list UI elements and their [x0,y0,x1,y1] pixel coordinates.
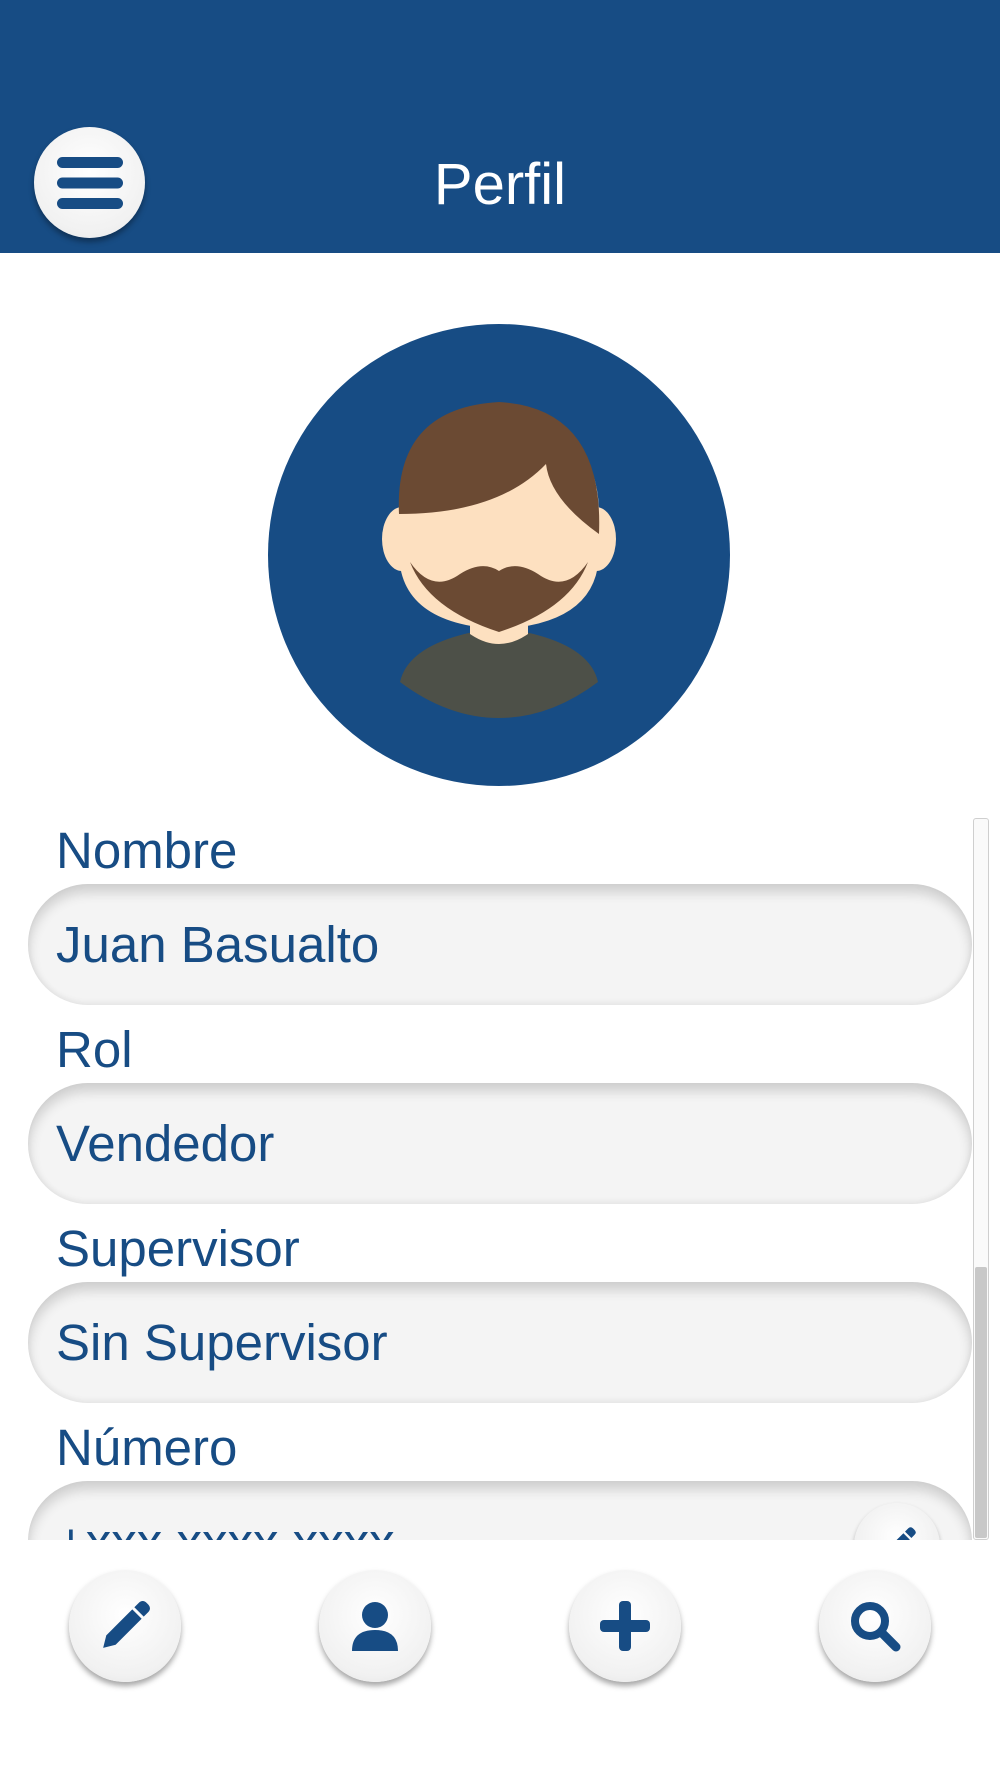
search-icon [851,1602,901,1652]
rol-field[interactable]: Vendedor [28,1083,972,1204]
plus-icon [600,1601,650,1651]
avatar [268,324,730,786]
edit-button[interactable] [69,1570,181,1682]
nombre-label: Nombre [56,822,238,879]
numero-value: +xxx xxxx xxxx [56,1512,395,1540]
page-title: Perfil [433,152,567,217]
rol-label: Rol [56,1021,133,1078]
profile-form[interactable]: Nombre Juan Basualto Rol Vendedor Superv… [0,818,1000,1540]
pencil-icon [103,1601,150,1648]
edit-numero-button[interactable] [854,1503,940,1540]
supervisor-field[interactable]: Sin Supervisor [28,1282,972,1403]
bearded-man-avatar-icon [268,324,730,786]
app-header: Perfil [0,0,1000,253]
numero-field[interactable]: +xxx xxxx xxxx [28,1481,972,1540]
profile-button[interactable] [319,1570,431,1682]
form-scrollbar[interactable] [973,818,989,1540]
numero-label: Número [56,1419,238,1476]
scrollbar-thumb[interactable] [975,1267,987,1538]
supervisor-label: Supervisor [56,1220,300,1277]
add-button[interactable] [569,1570,681,1682]
pencil-icon [896,1527,916,1540]
nombre-field[interactable]: Juan Basualto [28,884,972,1005]
user-icon [352,1602,398,1651]
search-button[interactable] [819,1570,931,1682]
supervisor-value: Sin Supervisor [56,1314,388,1371]
rol-value: Vendedor [56,1115,275,1172]
nombre-value: Juan Basualto [56,916,380,973]
